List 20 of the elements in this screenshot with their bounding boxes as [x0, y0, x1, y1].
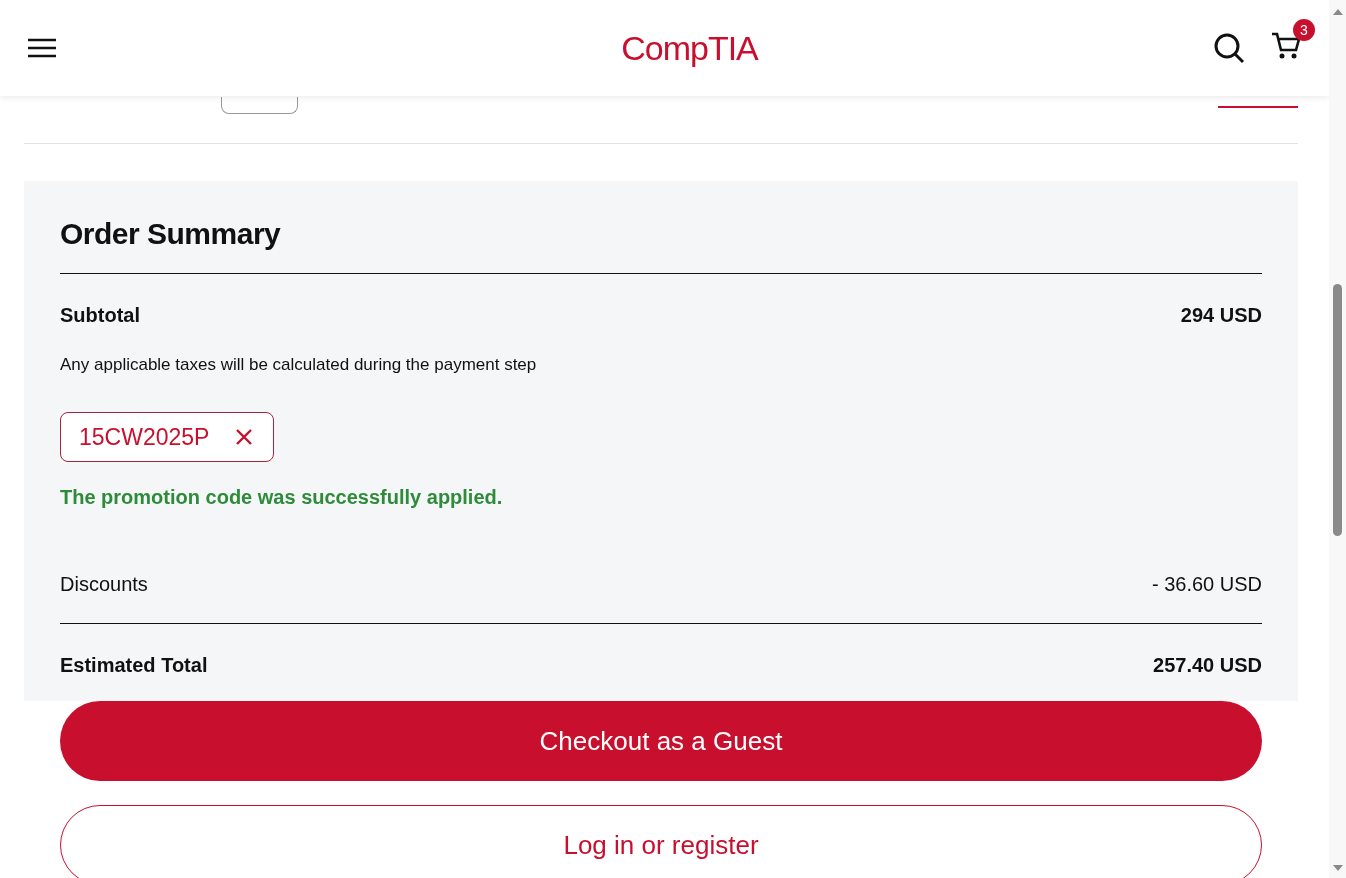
checkout-button[interactable]: Checkout as a Guest	[60, 701, 1262, 781]
discounts-label: Discounts	[60, 573, 148, 596]
cart-icon[interactable]	[1271, 31, 1301, 61]
promo-success-message: The promotion code was successfully applied.	[60, 486, 504, 509]
subtotal-label: Subtotal	[60, 304, 140, 327]
order-summary-title: Order Summary	[60, 201, 1262, 274]
cart-count-badge: 3	[1293, 19, 1315, 41]
logo[interactable]: CompTIA	[621, 28, 758, 68]
estimated-total-value: 257.40 USD	[1153, 654, 1262, 677]
quantity-field[interactable]	[221, 97, 298, 114]
menu-icon[interactable]	[28, 38, 56, 58]
close-icon[interactable]	[235, 428, 254, 446]
discounts-value: - 36.60 USD	[1151, 573, 1262, 596]
estimated-total-label: Estimated Total	[60, 654, 208, 677]
search-icon[interactable]	[1213, 32, 1245, 64]
subtotal-value: 294 USD	[1180, 304, 1262, 327]
scrollbar-thumb[interactable]	[1333, 284, 1342, 536]
tax-note: Any applicable taxes will be calculated during the payment step	[60, 355, 538, 375]
promo-code: 15CW2025P	[79, 423, 210, 451]
login-button[interactable]: Log in or register	[60, 805, 1262, 878]
